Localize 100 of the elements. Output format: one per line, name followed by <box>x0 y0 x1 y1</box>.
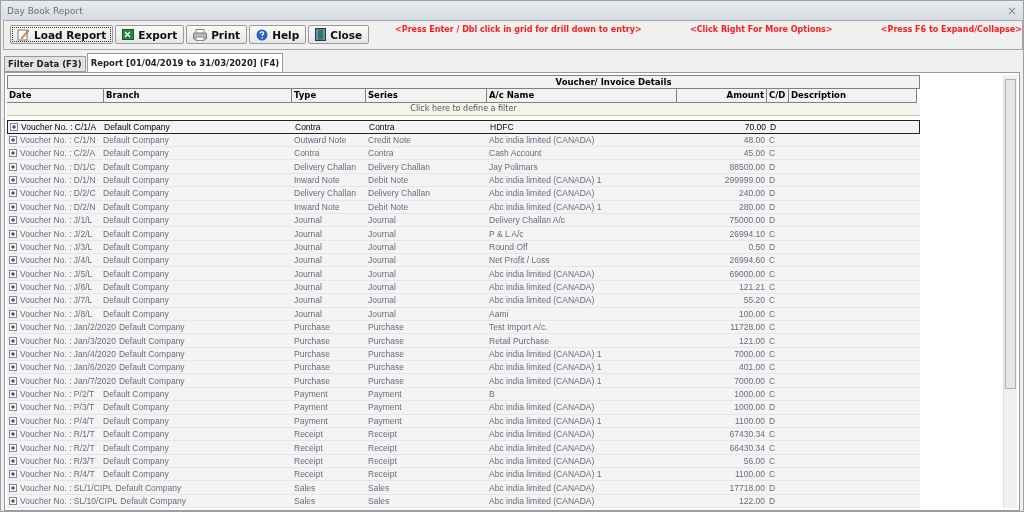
table-cell-text: D <box>769 122 778 132</box>
expand-icon[interactable] <box>9 416 17 425</box>
expand-icon[interactable] <box>9 296 17 305</box>
table-cell-text: 7000.00 <box>733 375 766 386</box>
help-button[interactable]: Help <box>249 25 307 44</box>
table-cell-text: Payment <box>293 389 329 399</box>
table-cell: Default Company <box>103 295 169 306</box>
scroll-thumb[interactable] <box>1005 79 1016 389</box>
export-button[interactable]: Export <box>115 25 185 44</box>
grid-row[interactable]: Voucher No. : Jan/7/2020 Default Company Purchase Purchase Abc india limited (CANADA) 1 7000.00 C <box>7 374 920 388</box>
expand-icon[interactable] <box>9 390 17 398</box>
table-cell-text: 1000.00 <box>733 389 766 399</box>
printer-icon <box>193 28 208 41</box>
expand-icon[interactable] <box>9 162 17 171</box>
grid-row[interactable]: Voucher No. : D/2/C Default Company Delivery Challan Delivery Challan Abc india limited (CANADA) 240.00 D <box>7 187 920 201</box>
expand-icon[interactable] <box>9 323 17 332</box>
table-cell-text: C <box>768 322 777 333</box>
table-cell-text: C <box>768 282 777 292</box>
table-cell-text: D <box>768 175 777 185</box>
table-cell-text: Sales <box>367 496 391 506</box>
table-cell-text: 66430.34 <box>728 442 766 453</box>
table-cell-text: C <box>768 455 777 466</box>
table-cell: Default Company <box>103 134 169 145</box>
table-cell-text: 75000.00 <box>728 215 766 226</box>
grid-row[interactable]: Voucher No. : C/2/A Default Company Contra Contra Cash Account 45.00 C <box>7 147 920 161</box>
voucher-number: Voucher No. : J/6/L <box>20 282 94 292</box>
expand-icon[interactable] <box>9 403 17 412</box>
table-cell: Default Company <box>115 482 182 493</box>
table-cell: Default Company <box>103 389 169 399</box>
table-cell-text: 26994.60 <box>728 255 766 266</box>
grid-row[interactable]: Voucher No. : J/2/L Default Company Journal Journal P & L A/c 26994.10 C <box>7 227 920 241</box>
table-cell-text: Debit Note <box>367 175 410 185</box>
grid-row[interactable]: Voucher No. : R/4/T Default Company Receipt Receipt Abc india limited (CANADA) 1 1100.00 C <box>7 468 920 482</box>
table-cell: Default Company <box>118 322 185 333</box>
tab[interactable]: Report [01/04/2019 to 31/03/2020] (F4) <box>86 53 284 72</box>
table-cell-text: C <box>768 255 777 266</box>
expand-icon[interactable] <box>9 309 17 318</box>
table-cell: Default Company <box>103 201 169 212</box>
table-cell: Default Company <box>103 415 169 426</box>
expand-icon[interactable] <box>9 456 17 465</box>
expand-icon[interactable] <box>9 149 17 158</box>
table-cell-text: 122.00 <box>738 496 766 506</box>
voucher-number: Voucher No. : D/1/N <box>20 175 97 185</box>
expand-icon[interactable] <box>9 376 17 385</box>
tab[interactable]: Filter Data (F3) <box>4 56 86 72</box>
grid-row[interactable]: Voucher No. : Jan/3/2020 Default Company Purchase Purchase Retail Purchase 121.00 C <box>7 334 920 348</box>
load-button[interactable]: Load Report <box>10 25 114 44</box>
voucher-number: Voucher No. : SL/10/CIPL <box>20 496 118 506</box>
table-cell-text: Delivery Challan <box>293 161 357 172</box>
expand-icon[interactable] <box>9 497 17 505</box>
table-cell-text: Receipt <box>367 455 398 466</box>
grid-row[interactable]: Voucher No. : Jan/6/2020 Default Company Purchase Purchase Abc india limited (CANADA) 1 401.00 C <box>7 361 920 375</box>
voucher-number: Voucher No. : P/2/T <box>20 389 96 399</box>
expand-icon[interactable] <box>9 363 17 372</box>
grid-row[interactable]: Voucher No. : J/4/L Default Company Journal Journal Net Profit / Loss 26994.60 C <box>7 254 920 268</box>
expand-icon[interactable] <box>9 443 17 452</box>
expand-icon[interactable] <box>9 176 17 184</box>
expand-icon[interactable] <box>9 483 17 492</box>
table-cell-text: Delivery Challan A/c <box>488 215 567 226</box>
expand-icon[interactable] <box>9 256 17 265</box>
grid-row[interactable]: Voucher No. : J/5/L Default Company Journal Journal Abc india limited (CANADA) 69000.00 C <box>7 267 920 281</box>
close-button[interactable]: × <box>1006 3 1017 18</box>
expand-icon[interactable] <box>9 216 17 225</box>
grid-row[interactable]: Voucher No. : SL/1/CIPL Default Company Sales Sales Abc india limited (CANADA) 17718.00 D <box>7 481 920 495</box>
expand-icon[interactable] <box>9 336 17 345</box>
table-cell-text: Abc india limited (CANADA) <box>488 402 596 413</box>
table-cell-text: D <box>768 161 777 172</box>
table-cell-text: Debit Note <box>367 201 410 212</box>
expand-icon[interactable] <box>9 283 17 291</box>
grid-row[interactable]: Voucher No. : C/1/A Default Company Contra Contra HDFC 70.00 D <box>7 120 920 134</box>
expand-icon[interactable] <box>9 349 17 358</box>
table-cell-text: Sales <box>293 496 317 506</box>
voucher-number: Voucher No. : R/4/T <box>20 469 96 480</box>
table-cell-text: P & L A/c <box>488 228 525 239</box>
expand-icon[interactable] <box>9 430 17 439</box>
table-cell: Default Company <box>103 148 169 159</box>
table-cell-text: Inward Note <box>293 175 341 185</box>
expand-icon[interactable] <box>9 135 17 144</box>
grid-row[interactable]: Voucher No. : P/3/T Default Company Payment Payment Abc india limited (CANADA) 1000.00 D <box>7 401 920 415</box>
scrollbar[interactable] <box>1003 75 1017 508</box>
expand-icon[interactable] <box>10 123 18 131</box>
hint-text: <Click Right For More Options> <box>689 25 833 34</box>
table-cell-text: Abc india limited (CANADA) 1 <box>488 469 603 480</box>
voucher-number: Voucher No. : P/4/T <box>20 415 96 426</box>
table-cell-text: Receipt <box>293 455 324 466</box>
expand-icon[interactable] <box>9 470 17 479</box>
grid-row[interactable]: Voucher No. : J/7/L Default Company Journal Journal Abc india limited (CANADA) 55.20 C <box>7 294 920 308</box>
expand-icon[interactable] <box>9 189 17 198</box>
voucher-number: Voucher No. : J/5/L <box>20 268 94 279</box>
table-cell-text: Abc india limited (CANADA) <box>488 482 596 493</box>
expand-icon[interactable] <box>9 269 17 278</box>
table-cell-text: Receipt <box>367 429 398 440</box>
expand-icon[interactable] <box>9 242 17 251</box>
print-button[interactable]: Print <box>186 25 248 44</box>
close-button[interactable]: Close <box>308 25 370 44</box>
expand-icon[interactable] <box>9 229 17 238</box>
grid-row[interactable]: Voucher No. : R/2/T Default Company Receipt Receipt Abc india limited (CANADA) 66430.34 C <box>7 441 920 455</box>
grid-row[interactable]: Voucher No. : D/1/C Default Company Delivery Challan Delivery Challan Jay Polimars 88500.00 D <box>7 160 920 174</box>
table-cell-text: Contra <box>367 148 395 159</box>
expand-icon[interactable] <box>9 202 17 211</box>
